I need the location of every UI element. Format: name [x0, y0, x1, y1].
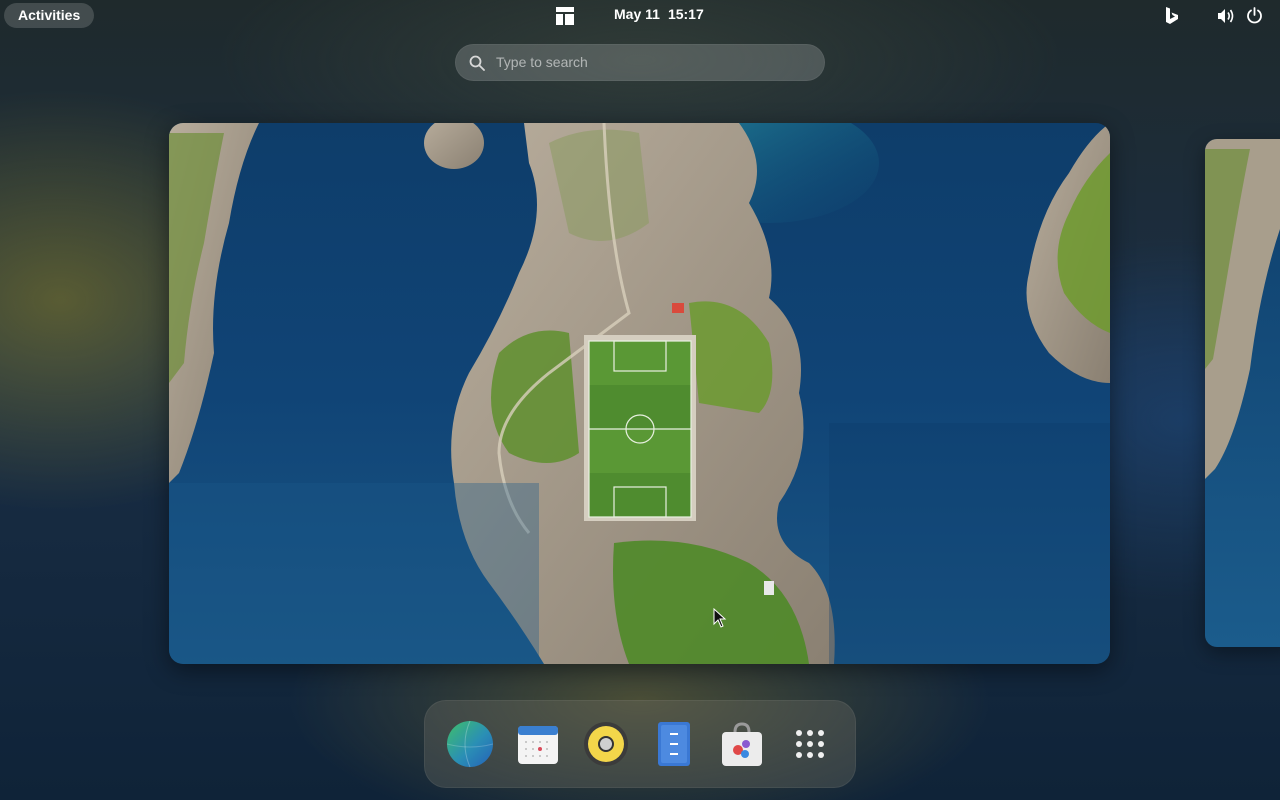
volume-icon[interactable]: [1217, 8, 1235, 24]
dash-dock: [424, 700, 856, 788]
top-bar: Activities May 11 15:17: [0, 0, 1280, 32]
search-icon: [469, 55, 485, 71]
software-store-icon[interactable]: [718, 720, 766, 768]
layout-icon[interactable]: [556, 7, 574, 25]
workspace-thumbnail[interactable]: [169, 123, 1110, 664]
clock-date: May 11: [614, 6, 660, 22]
text-editor-icon[interactable]: [650, 720, 698, 768]
rhythmbox-icon[interactable]: [582, 720, 630, 768]
show-apps-icon[interactable]: [786, 720, 834, 768]
calendar-icon[interactable]: [514, 720, 562, 768]
clock-time: 15:17: [667, 6, 704, 22]
search-entry[interactable]: Type to search: [455, 44, 825, 81]
mouse-pointer-icon: [713, 608, 727, 628]
activities-button[interactable]: Activities: [4, 3, 95, 28]
next-workspace-thumbnail[interactable]: [1205, 139, 1280, 647]
bing-icon[interactable]: [1164, 6, 1180, 26]
web-browser-icon[interactable]: [446, 720, 494, 768]
wallpaper-image: [169, 123, 1110, 664]
power-icon[interactable]: [1246, 7, 1263, 24]
wallpaper-peek-image: [1205, 139, 1280, 479]
search-placeholder: Type to search: [496, 54, 588, 70]
clock[interactable]: May 11 15:17: [614, 6, 704, 22]
